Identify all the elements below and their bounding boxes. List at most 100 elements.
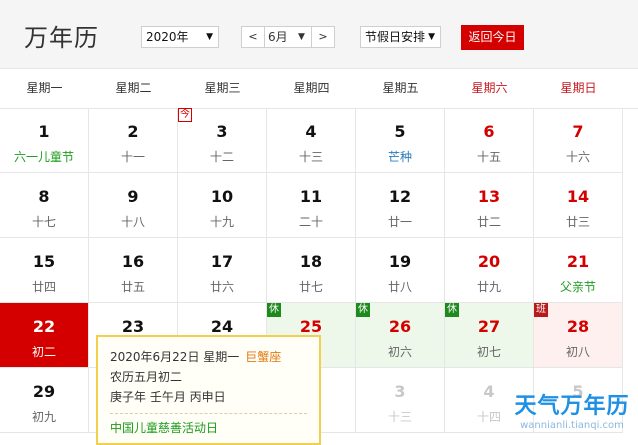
weekday-label: 星期二 xyxy=(115,81,152,95)
weekday-header: 星期一 星期二 星期三 星期四 星期五 星期六 星期日 xyxy=(0,68,638,109)
day-number: 7 xyxy=(572,122,584,141)
calendar-day-cell[interactable]: 13 廿二 xyxy=(445,173,534,238)
day-number: 23 xyxy=(121,317,145,336)
lunar-label: 十六 xyxy=(565,150,590,164)
prev-month-button[interactable]: < xyxy=(242,27,265,47)
calendar-day-cell[interactable]: 4 十三 xyxy=(267,108,356,173)
day-number: 6 xyxy=(483,122,495,141)
day-number: 8 xyxy=(38,187,50,206)
year-select-value: 2020年 xyxy=(146,30,189,44)
calendar-day-cell[interactable]: 3 十三 xyxy=(356,368,445,433)
lunar-label: 十五 xyxy=(476,150,501,164)
day-detail-popup: 2020年6月22日 星期一 巨蟹座 农历五月初二 庚子年 壬午月 丙申日 中国儿… xyxy=(96,335,321,445)
dropdown-arrow-icon[interactable]: ▼ xyxy=(298,27,305,47)
day-number: 22 xyxy=(32,317,56,336)
day-number: 13 xyxy=(477,187,501,206)
day-number: 4 xyxy=(305,122,317,141)
weekday-label: 星期五 xyxy=(382,81,419,95)
dropdown-arrow-icon: ▼ xyxy=(206,32,213,42)
lunar-label: 十九 xyxy=(209,215,234,229)
day-number: 20 xyxy=(477,252,501,271)
work-badge: 班 xyxy=(534,303,548,317)
calendar-day-cell[interactable]: 20 廿九 xyxy=(445,238,534,303)
today-badge: 今 xyxy=(178,108,192,122)
lunar-label: 十一 xyxy=(120,150,145,164)
page-title: 万年历 xyxy=(24,24,99,52)
rest-badge: 休 xyxy=(445,303,459,317)
lunar-label: 廿七 xyxy=(298,280,323,294)
day-number: 25 xyxy=(299,317,323,336)
lunar-label: 初九 xyxy=(31,410,56,424)
day-number: 21 xyxy=(566,252,590,271)
day-number: 1 xyxy=(38,122,50,141)
lunar-label: 初八 xyxy=(565,345,590,359)
calendar-day-cell[interactable]: 28 初八 班 xyxy=(534,303,623,368)
calendar-day-cell[interactable]: 29 初九 xyxy=(0,368,89,433)
holiday-select-value: 节假日安排 xyxy=(365,30,426,44)
calendar-day-cell[interactable]: 12 廿一 xyxy=(356,173,445,238)
popup-date: 2020年6月22日 星期一 xyxy=(110,350,240,364)
lunar-label: 廿九 xyxy=(476,280,501,294)
calendar-day-cell[interactable]: 15 廿四 xyxy=(0,238,89,303)
calendar-day-cell[interactable]: 8 十七 xyxy=(0,173,89,238)
calendar-day-cell[interactable]: 9 十八 xyxy=(89,173,178,238)
dropdown-arrow-icon: ▼ xyxy=(428,32,435,42)
calendar-day-cell[interactable]: 19 廿八 xyxy=(356,238,445,303)
lunar-label: 六一儿童节 xyxy=(13,150,74,164)
calendar-day-cell[interactable]: 6 十五 xyxy=(445,108,534,173)
calendar-day-cell[interactable]: 10 十九 xyxy=(178,173,267,238)
lunar-label: 父亲节 xyxy=(559,280,596,294)
calendar-day-cell[interactable]: 3 十二 今 xyxy=(178,108,267,173)
weekday-label: 星期一 xyxy=(26,81,63,95)
lunar-label: 十三 xyxy=(298,150,323,164)
popup-ganzhi: 庚子年 壬午月 丙申日 xyxy=(110,390,226,404)
lunar-label: 初七 xyxy=(476,345,501,359)
day-number: 18 xyxy=(299,252,323,271)
day-number: 16 xyxy=(121,252,145,271)
day-number: 19 xyxy=(388,252,412,271)
calendar-day-cell[interactable]: 26 初六 休 xyxy=(356,303,445,368)
popup-lunar: 农历五月初二 xyxy=(110,370,183,384)
month-select-value[interactable]: 6月 xyxy=(268,27,288,47)
watermark-url: wannianli.tianqi.com xyxy=(520,420,624,431)
weekday-label: 星期日 xyxy=(560,81,597,95)
lunar-label: 十八 xyxy=(120,215,145,229)
calendar-day-cell[interactable]: 11 二十 xyxy=(267,173,356,238)
day-number: 5 xyxy=(394,122,406,141)
day-number: 17 xyxy=(210,252,234,271)
popup-festival: 中国儿童慈善活动日 xyxy=(110,421,219,435)
day-number: 29 xyxy=(32,382,56,401)
calendar-day-cell[interactable]: 1 六一儿童节 xyxy=(0,108,89,173)
calendar-day-cell[interactable]: 27 初七 休 xyxy=(445,303,534,368)
holiday-select[interactable]: 节假日安排 ▼ xyxy=(360,26,441,48)
lunar-label: 廿一 xyxy=(387,215,412,229)
calendar-day-cell[interactable]: 16 廿五 xyxy=(89,238,178,303)
calendar-day-cell[interactable]: 18 廿七 xyxy=(267,238,356,303)
next-month-button[interactable]: > xyxy=(311,27,334,47)
lunar-label: 二十 xyxy=(298,215,323,229)
popup-divider xyxy=(110,413,307,414)
day-number: 27 xyxy=(477,317,501,336)
calendar-day-cell[interactable]: 5 芒种 xyxy=(356,108,445,173)
month-selector: < 6月 ▼ > xyxy=(241,26,335,48)
calendar-day-cell[interactable]: 22 初二 xyxy=(0,303,89,368)
weekday-label: 星期三 xyxy=(204,81,241,95)
calendar-day-cell[interactable]: 17 廿六 xyxy=(178,238,267,303)
calendar-day-cell[interactable]: 7 十六 xyxy=(534,108,623,173)
day-number: 28 xyxy=(566,317,590,336)
day-number: 26 xyxy=(388,317,412,336)
lunar-label: 芒种 xyxy=(387,150,412,164)
calendar-day-cell[interactable]: 2 十一 xyxy=(89,108,178,173)
rest-badge: 休 xyxy=(356,303,370,317)
weekday-label: 星期四 xyxy=(293,81,330,95)
return-today-button[interactable]: 返回今日 xyxy=(461,25,524,50)
rest-badge: 休 xyxy=(267,303,281,317)
calendar-header: 万年历 2020年 ▼ < 6月 ▼ > 节假日安排 ▼ 返回今日 xyxy=(0,0,638,69)
lunar-label: 廿二 xyxy=(476,215,501,229)
lunar-label: 廿八 xyxy=(387,280,412,294)
calendar-day-cell[interactable]: 21 父亲节 xyxy=(534,238,623,303)
year-select[interactable]: 2020年 ▼ xyxy=(141,26,219,48)
weekday-label: 星期六 xyxy=(471,81,508,95)
calendar-day-cell[interactable]: 14 廿三 xyxy=(534,173,623,238)
day-number: 24 xyxy=(210,317,234,336)
